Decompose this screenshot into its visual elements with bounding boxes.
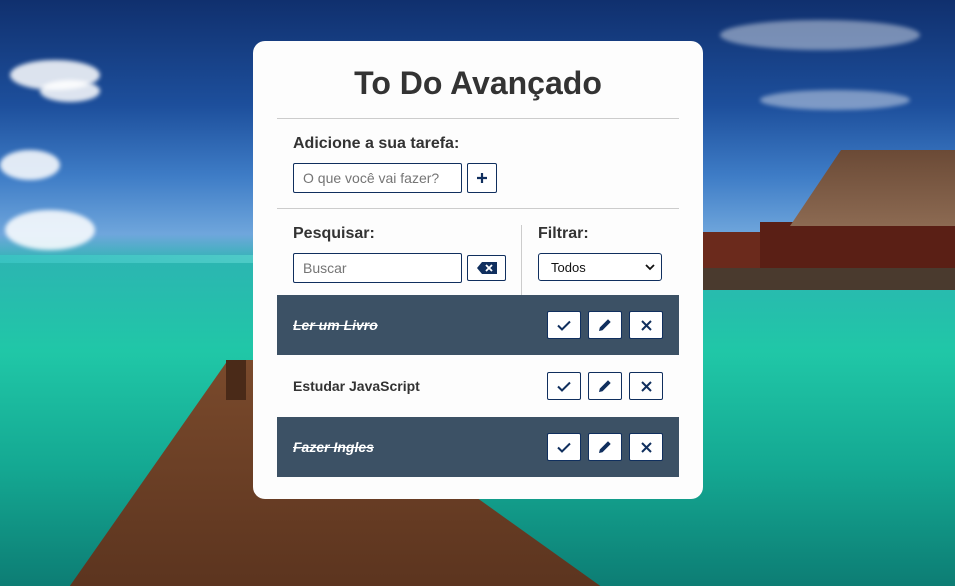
filter-select[interactable]: Todos (538, 253, 662, 281)
edit-todo-button[interactable] (588, 372, 622, 400)
search-label: Pesquisar: (293, 225, 375, 242)
todo-text: Estudar JavaScript (293, 378, 420, 394)
filter-label: Filtrar: (538, 225, 589, 242)
add-todo-button[interactable] (467, 163, 497, 193)
todo-item: Estudar JavaScript (277, 356, 679, 416)
search-section: Pesquisar: (277, 225, 522, 295)
check-icon (557, 442, 571, 453)
remove-todo-button[interactable] (629, 433, 663, 461)
todo-text: Ler um Livro (293, 317, 378, 333)
toolbar: Pesquisar: Filtrar: Todos (277, 209, 679, 295)
todo-input[interactable] (293, 163, 462, 193)
edit-todo-button[interactable] (588, 433, 622, 461)
finish-todo-button[interactable] (547, 311, 581, 339)
todo-item: Ler um Livro (277, 295, 679, 355)
edit-todo-button[interactable] (588, 311, 622, 339)
finish-todo-button[interactable] (547, 372, 581, 400)
pencil-icon (599, 441, 611, 453)
todo-text: Fazer Ingles (293, 439, 374, 455)
erase-search-button[interactable] (467, 255, 506, 281)
todo-card: To Do Avançado Adicione a sua tarefa: Pe… (253, 41, 703, 499)
check-icon (557, 381, 571, 392)
filter-section: Filtrar: Todos (522, 225, 662, 295)
search-input[interactable] (293, 253, 462, 283)
check-icon (557, 320, 571, 331)
close-icon (640, 380, 652, 392)
todo-list: Ler um Livro Estudar JavaScript Fazer In… (277, 295, 679, 477)
chevron-down-icon (645, 264, 655, 271)
todo-item: Fazer Ingles (277, 417, 679, 477)
page-title: To Do Avançado (354, 65, 602, 101)
pencil-icon (599, 319, 611, 331)
backspace-icon (476, 262, 497, 274)
pencil-icon (599, 380, 611, 392)
finish-todo-button[interactable] (547, 433, 581, 461)
close-icon (640, 319, 652, 331)
remove-todo-button[interactable] (629, 311, 663, 339)
close-icon (640, 441, 652, 453)
remove-todo-button[interactable] (629, 372, 663, 400)
add-todo-form: Adicione a sua tarefa: (277, 119, 679, 208)
plus-icon (477, 173, 487, 183)
filter-selected-value: Todos (551, 259, 586, 275)
add-todo-label: Adicione a sua tarefa: (293, 135, 460, 152)
